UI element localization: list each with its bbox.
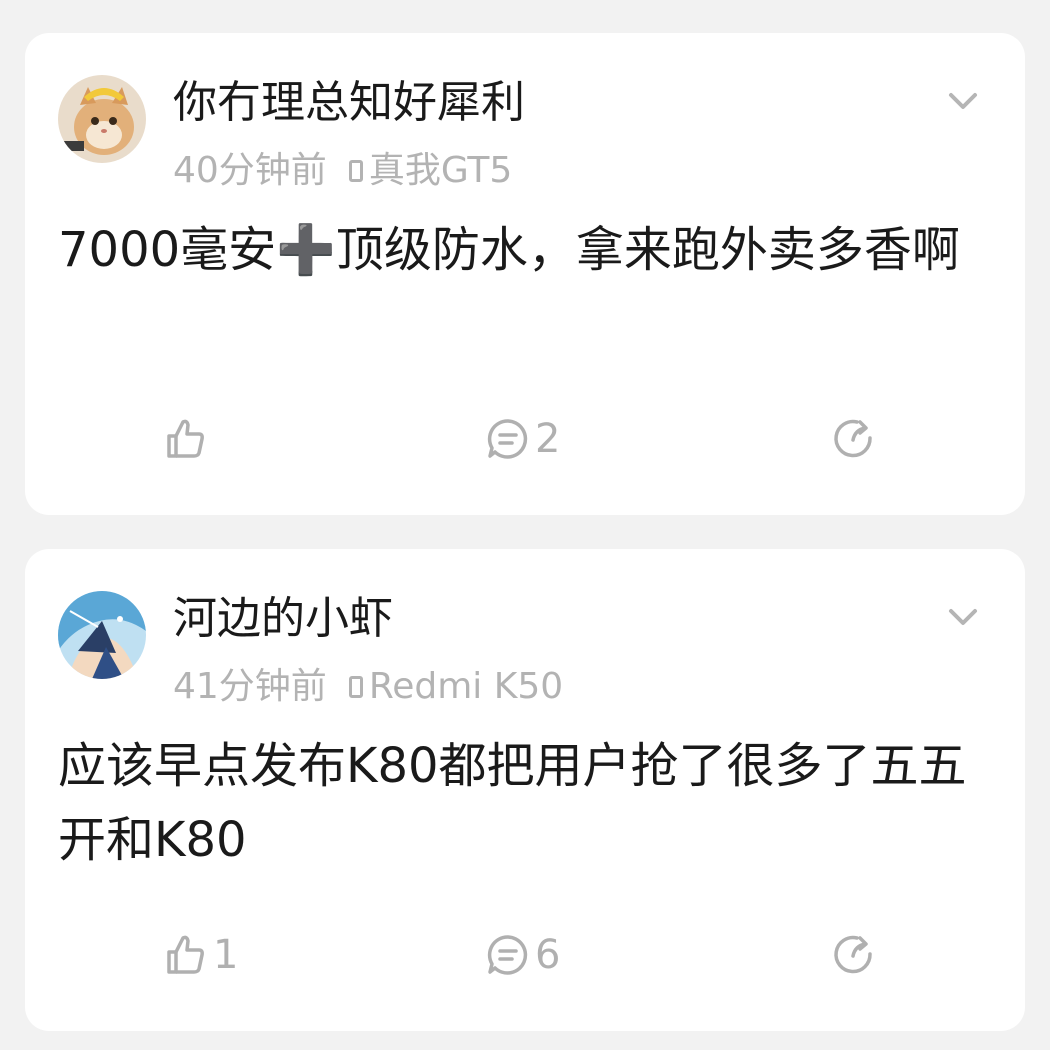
username[interactable]: 你冇理总知好犀利 xyxy=(173,75,525,131)
thumbs-up-icon xyxy=(167,935,204,974)
post-time: 40分钟前 xyxy=(173,150,327,191)
comment-icon xyxy=(487,419,528,459)
share-icon xyxy=(834,935,872,974)
like-button[interactable]: 1 xyxy=(163,927,238,983)
share-button[interactable] xyxy=(831,927,877,983)
username[interactable]: 河边的小虾 xyxy=(173,591,393,647)
comment-card: 你冇理总知好犀利 40分钟前 真我GT5 7000毫安➕顶级防水，拿来跑外卖多香… xyxy=(25,33,1025,515)
comment-count: 6 xyxy=(535,932,561,978)
device-name: 真我GT5 xyxy=(368,150,513,191)
comment-text: 7000毫安➕顶级防水，拿来跑外卖多香啊 xyxy=(58,222,960,278)
device-name: Redmi K50 xyxy=(368,666,564,707)
share-icon xyxy=(834,419,872,458)
action-bar: 2 xyxy=(25,411,1025,467)
comment-button[interactable]: 6 xyxy=(485,927,560,983)
thumbs-up-icon xyxy=(167,419,204,458)
chevron-down-icon[interactable] xyxy=(943,81,983,121)
anime-avatar-icon xyxy=(58,591,146,679)
cat-avatar-icon xyxy=(58,75,146,163)
avatar[interactable] xyxy=(58,591,146,679)
comment-icon xyxy=(487,935,528,975)
comment-count: 2 xyxy=(535,416,561,462)
phone-icon xyxy=(348,676,363,698)
avatar[interactable] xyxy=(58,75,146,163)
post-time: 41分钟前 xyxy=(173,666,327,707)
share-button[interactable] xyxy=(831,411,877,467)
phone-icon xyxy=(348,160,363,182)
comment-card: 河边的小虾 41分钟前 Redmi K50 应该早点发布K80都把用户抢了很多了… xyxy=(25,549,1025,1031)
post-meta: 40分钟前 真我GT5 xyxy=(173,147,512,195)
chevron-down-icon[interactable] xyxy=(943,597,983,637)
comment-text: 应该早点发布K80都把用户抢了很多了五五开和K80 xyxy=(58,738,967,868)
like-count: 1 xyxy=(213,932,239,978)
like-button[interactable] xyxy=(163,411,213,467)
comment-button[interactable]: 2 xyxy=(485,411,560,467)
post-meta: 41分钟前 Redmi K50 xyxy=(173,663,563,711)
action-bar: 1 6 xyxy=(25,927,1025,983)
